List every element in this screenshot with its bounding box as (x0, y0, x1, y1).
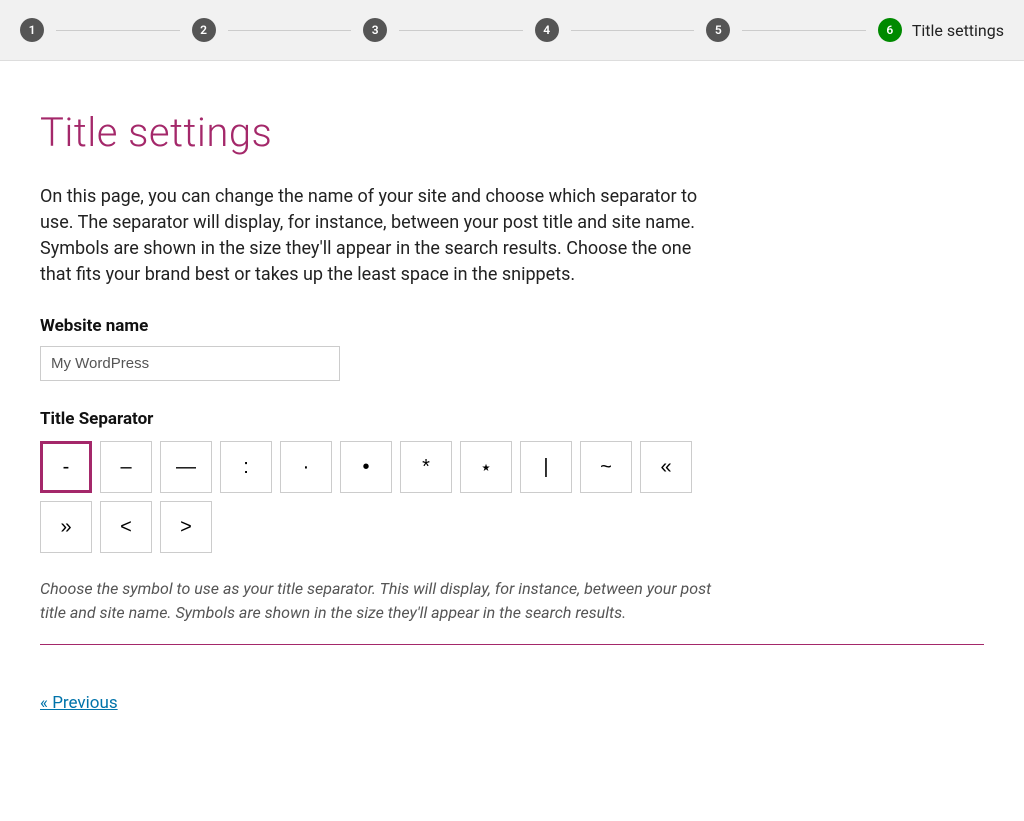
step-4[interactable]: 4 (535, 18, 707, 42)
previous-button[interactable]: « Previous (40, 693, 118, 713)
step-circle: 2 (192, 18, 216, 42)
step-3[interactable]: 3 (363, 18, 535, 42)
separator-hint: Choose the symbol to use as your title s… (40, 577, 720, 623)
step-label: Title settings (912, 21, 1004, 40)
separator-option-asterisk[interactable]: * (400, 441, 452, 493)
separator-option-pipe[interactable]: | (520, 441, 572, 493)
title-separator-label: Title Separator (40, 409, 984, 429)
separator-option-raquo[interactable]: » (40, 501, 92, 553)
separator-option-emdash[interactable]: — (160, 441, 212, 493)
step-connector (399, 30, 523, 31)
step-connector (571, 30, 695, 31)
step-circle: 1 (20, 18, 44, 42)
separator-option-middot[interactable]: · (280, 441, 332, 493)
step-circle: 5 (706, 18, 730, 42)
step-circle: 4 (535, 18, 559, 42)
page-intro: On this page, you can change the name of… (40, 184, 720, 288)
separator-option-laquo[interactable]: « (640, 441, 692, 493)
step-circle-active: 6 (878, 18, 902, 42)
separator-option-star[interactable]: ⋆ (460, 441, 512, 493)
section-divider (40, 644, 984, 645)
separator-option-dash[interactable]: - (40, 441, 92, 493)
website-name-input[interactable] (40, 346, 340, 381)
step-connector (228, 30, 352, 31)
wizard-stepper: 1 2 3 4 5 6 Title settings (0, 0, 1024, 61)
separator-option-gt[interactable]: > (160, 501, 212, 553)
separator-option-bullet[interactable]: • (340, 441, 392, 493)
page-title: Title settings (40, 109, 984, 156)
step-connector (56, 30, 180, 31)
step-6[interactable]: 6 Title settings (878, 18, 1004, 42)
separator-option-lt[interactable]: < (100, 501, 152, 553)
website-name-label: Website name (40, 316, 984, 336)
wizard-content: Title settings On this page, you can cha… (0, 61, 1024, 821)
step-connector (742, 30, 866, 31)
step-2[interactable]: 2 (192, 18, 364, 42)
separator-options: - – — : · • * ⋆ | ~ « » < > (40, 441, 740, 553)
step-5[interactable]: 5 (706, 18, 878, 42)
step-circle: 3 (363, 18, 387, 42)
separator-option-endash[interactable]: – (100, 441, 152, 493)
separator-option-colon[interactable]: : (220, 441, 272, 493)
separator-option-tilde[interactable]: ~ (580, 441, 632, 493)
step-1[interactable]: 1 (20, 18, 192, 42)
